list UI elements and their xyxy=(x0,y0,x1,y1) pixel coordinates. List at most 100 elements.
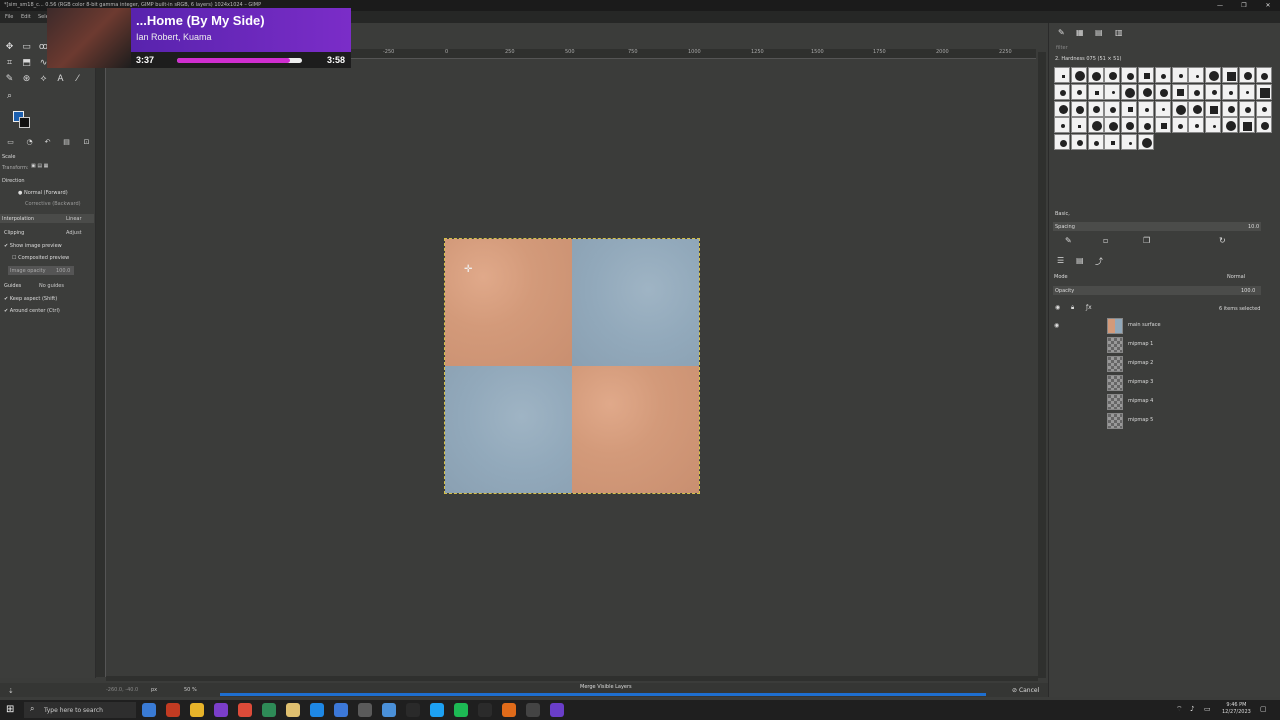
brush-thumbnail[interactable] xyxy=(1171,83,1188,100)
brush-thumbnail[interactable] xyxy=(1188,117,1205,134)
brush-thumbnail[interactable] xyxy=(1171,117,1188,134)
brush-thumbnail[interactable] xyxy=(1087,83,1104,100)
taskbar-app-icon[interactable] xyxy=(238,703,252,717)
taskbar-app-icon[interactable] xyxy=(190,703,204,717)
taskbar-app-icon[interactable] xyxy=(454,703,468,717)
brush-thumbnail[interactable] xyxy=(1087,100,1104,117)
clone-icon[interactable]: ⊛ xyxy=(20,73,33,86)
interpolation-dropdown[interactable]: Linear xyxy=(66,216,82,222)
brush-thumbnail[interactable] xyxy=(1154,67,1171,83)
brush-thumbnail[interactable] xyxy=(1070,83,1087,100)
brush-thumbnail[interactable] xyxy=(1070,117,1087,134)
taskbar-app-icon[interactable] xyxy=(430,703,444,717)
brush-thumbnail[interactable] xyxy=(1104,100,1121,117)
fonts-tab-icon[interactable]: ▤ xyxy=(1095,28,1103,37)
image-canvas[interactable]: ✛ xyxy=(106,60,1036,676)
eye-icon[interactable]: ◉ xyxy=(1054,322,1059,329)
taskbar-app-icon[interactable] xyxy=(502,703,516,717)
brush-thumbnail[interactable] xyxy=(1188,83,1205,100)
taskbar-app-icon[interactable] xyxy=(286,703,300,717)
brush-thumbnail[interactable] xyxy=(1171,67,1188,83)
taskbar-app-icon[interactable] xyxy=(478,703,492,717)
undo-history-tab-icon[interactable]: ↶ xyxy=(41,136,54,149)
taskbar-app-icon[interactable] xyxy=(382,703,396,717)
around-center-checkbox[interactable]: ✔ Around center (Ctrl) xyxy=(4,308,60,314)
brush-filter-input[interactable]: filter xyxy=(1056,45,1068,51)
brush-thumbnail[interactable] xyxy=(1255,83,1272,100)
battery-icon[interactable]: ▭ xyxy=(1204,705,1211,713)
gradients-tab-icon[interactable]: ▥ xyxy=(1115,28,1123,37)
notifications-icon[interactable]: ▢ xyxy=(1260,705,1267,713)
brush-thumbnail[interactable] xyxy=(1255,67,1272,83)
volume-icon[interactable]: ♪ xyxy=(1190,705,1194,713)
crop-icon[interactable]: ⌗ xyxy=(3,57,16,70)
unit-dropdown[interactable]: px xyxy=(151,687,157,693)
interpolation-row[interactable]: Interpolation Linear xyxy=(0,214,94,223)
layer-row[interactable]: mipmap 2 xyxy=(1104,355,1274,373)
taskbar-app-icon[interactable] xyxy=(262,703,276,717)
layer-mode-dropdown[interactable]: Normal xyxy=(1227,274,1245,280)
brush-thumbnail[interactable] xyxy=(1070,134,1087,151)
vertical-ruler[interactable] xyxy=(96,59,106,677)
path-icon[interactable]: ⟡ xyxy=(37,73,50,86)
brush-preset-label[interactable]: Basic, xyxy=(1055,211,1070,217)
images-tab-icon[interactable]: ▤ xyxy=(60,136,73,149)
brush-thumbnail[interactable] xyxy=(1205,117,1222,134)
brush-thumbnail[interactable] xyxy=(1104,83,1121,100)
direction-normal-radio[interactable]: ● Normal (Forward) xyxy=(18,190,68,196)
new-brush-icon[interactable]: ▫ xyxy=(1103,236,1108,245)
duplicate-brush-icon[interactable]: ❐ xyxy=(1143,236,1150,245)
horizontal-scrollbar[interactable] xyxy=(106,676,1038,681)
transform-mode-icons[interactable]: ▣ ▤ ▦ xyxy=(31,163,48,169)
zoom-dropdown[interactable]: 50 % xyxy=(184,687,197,693)
taskbar-app-icon[interactable] xyxy=(142,703,156,717)
brushes-tab-icon[interactable]: ✎ xyxy=(1058,28,1065,37)
brush-thumbnail[interactable] xyxy=(1205,67,1222,83)
brush-thumbnail[interactable] xyxy=(1138,117,1154,134)
brush-thumbnail[interactable] xyxy=(1138,134,1154,151)
brush-thumbnail[interactable] xyxy=(1222,117,1238,134)
text-tool-icon[interactable]: A xyxy=(54,73,67,86)
brush-thumbnail[interactable] xyxy=(1054,117,1070,134)
brush-thumbnail[interactable] xyxy=(1188,67,1205,83)
brush-thumbnail[interactable] xyxy=(1087,134,1104,151)
layer-row[interactable]: main surface xyxy=(1104,317,1274,335)
keep-aspect-checkbox[interactable]: ✔ Keep aspect (Shift) xyxy=(4,296,57,302)
brush-grid[interactable] xyxy=(1054,67,1272,151)
guides-dropdown[interactable]: No guides xyxy=(39,283,64,289)
taskbar-app-icon[interactable] xyxy=(526,703,540,717)
brush-thumbnail[interactable] xyxy=(1104,67,1121,83)
configure-tab-icon[interactable]: ⊡ xyxy=(80,136,93,149)
brush-thumbnail[interactable] xyxy=(1054,83,1070,100)
layer-row[interactable]: mipmap 3 xyxy=(1104,374,1274,392)
move-tool-icon[interactable]: ✥ xyxy=(3,41,16,54)
brush-thumbnail[interactable] xyxy=(1238,67,1255,83)
close-button[interactable]: ✕ xyxy=(1256,0,1280,11)
brush-thumbnail[interactable] xyxy=(1121,83,1138,100)
brush-thumbnail[interactable] xyxy=(1054,100,1070,117)
taskbar-app-icon[interactable] xyxy=(334,703,348,717)
layer-row[interactable]: mipmap 5 xyxy=(1104,412,1274,430)
brush-thumbnail[interactable] xyxy=(1138,67,1154,83)
taskbar-app-icon[interactable] xyxy=(550,703,564,717)
taskbar-app-icon[interactable] xyxy=(406,703,420,717)
taskbar-app-icon[interactable] xyxy=(358,703,372,717)
direction-corrective-label[interactable]: Corrective (Backward) xyxy=(25,201,81,207)
cancel-button[interactable]: ⊘ Cancel xyxy=(1012,687,1039,694)
composited-preview-checkbox[interactable]: ☐ Composited preview xyxy=(12,255,69,261)
taskbar-app-icon[interactable] xyxy=(166,703,180,717)
patterns-tab-icon[interactable]: ▦ xyxy=(1076,28,1084,37)
brush-thumbnail[interactable] xyxy=(1070,100,1087,117)
brush-thumbnail[interactable] xyxy=(1222,83,1238,100)
vertical-scrollbar[interactable] xyxy=(1038,52,1046,678)
lock-icon[interactable]: 🔒︎ xyxy=(1071,304,1074,312)
layer-opacity-slider[interactable]: Opacity 100.0 xyxy=(1053,286,1261,295)
brush-thumbnail[interactable] xyxy=(1205,83,1222,100)
brush-thumbnail[interactable] xyxy=(1138,100,1154,117)
brush-thumbnail[interactable] xyxy=(1188,100,1205,117)
brush-thumbnail[interactable] xyxy=(1222,100,1238,117)
channels-tab-icon[interactable]: ▤ xyxy=(1076,256,1084,265)
background-color-swatch[interactable] xyxy=(19,117,30,128)
image-opacity-slider[interactable]: Image opacity 100.0 xyxy=(8,266,74,275)
rect-select-icon[interactable]: ▭ xyxy=(20,41,33,54)
